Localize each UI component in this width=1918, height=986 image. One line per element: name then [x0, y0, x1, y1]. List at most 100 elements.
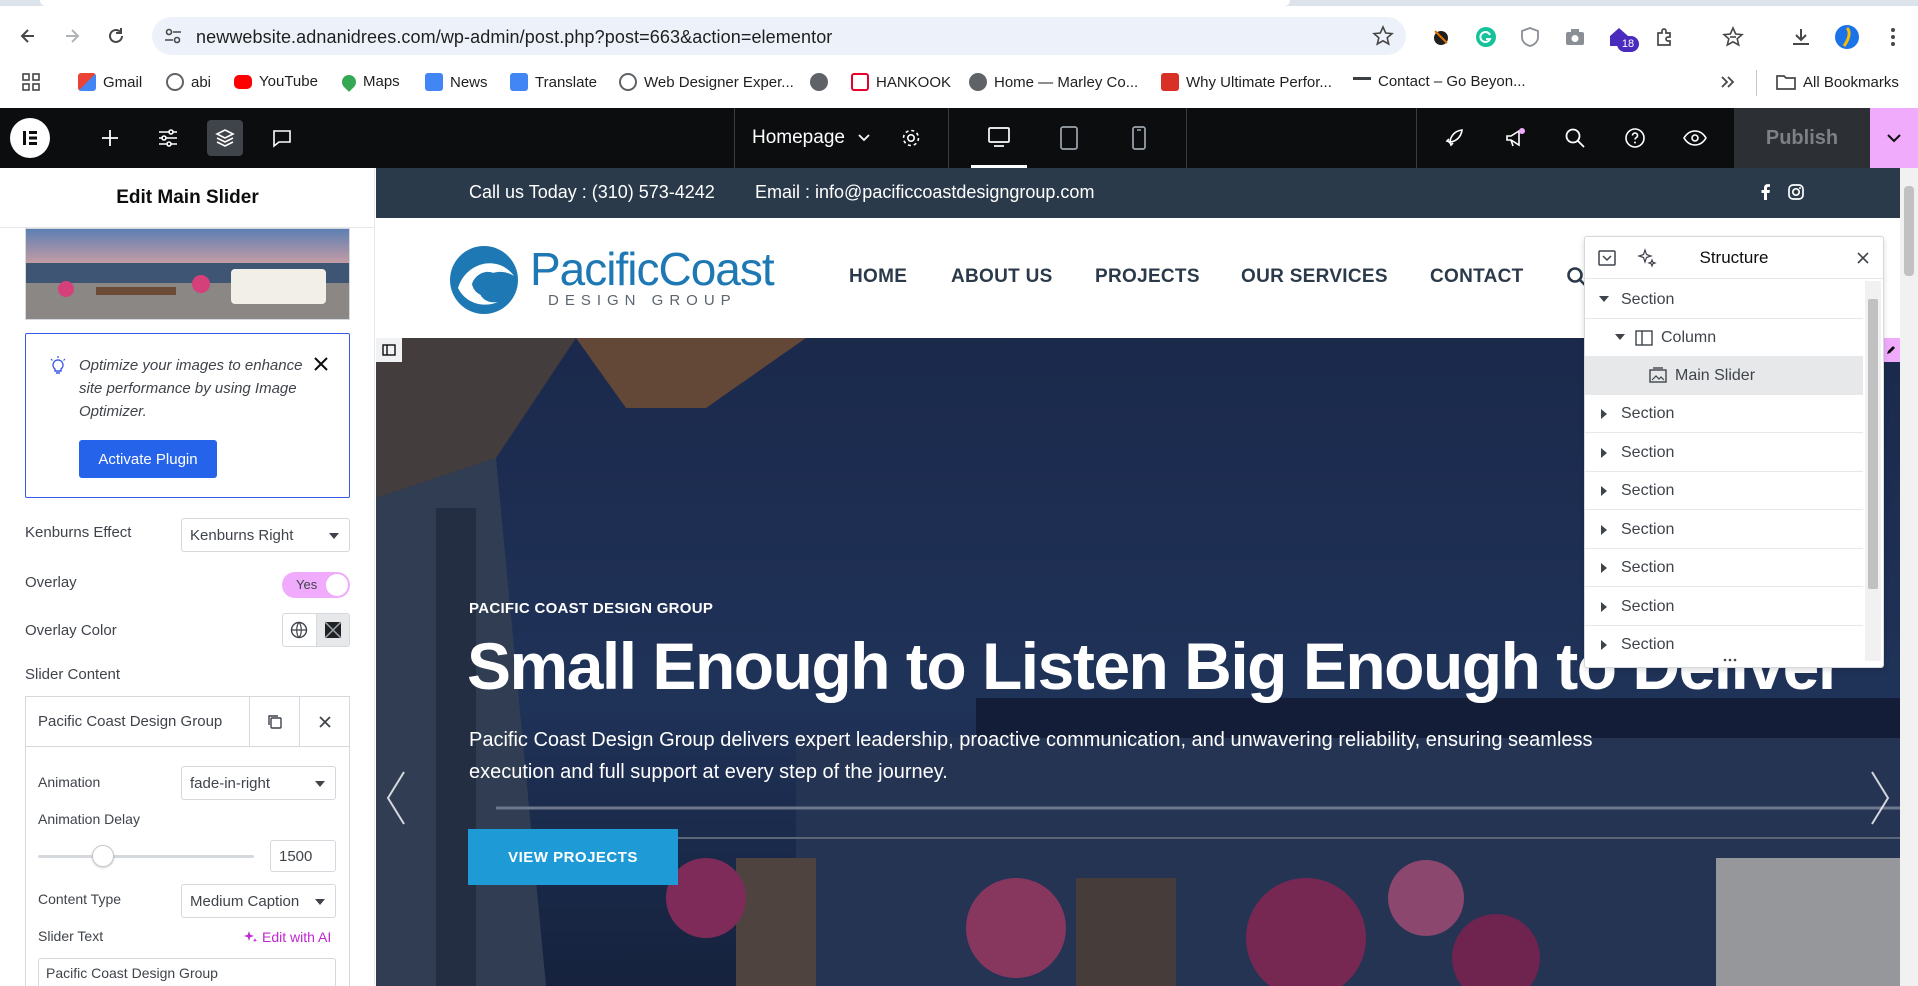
- color-picker-swatch[interactable]: [315, 614, 349, 646]
- help-icon[interactable]: [1617, 120, 1653, 156]
- all-bookmarks[interactable]: All Bookmarks: [1776, 73, 1899, 91]
- bookmark-ultimate[interactable]: Why Ultimate Perfor...: [1161, 73, 1332, 91]
- caret-right-icon[interactable]: [1601, 409, 1607, 419]
- site-settings-icon[interactable]: [150, 120, 186, 156]
- facebook-icon[interactable]: [1756, 182, 1776, 202]
- structure-row-column[interactable]: Column: [1585, 319, 1863, 357]
- caret-right-icon[interactable]: [1601, 563, 1607, 573]
- caret-down-icon[interactable]: [1615, 334, 1625, 340]
- search-icon[interactable]: [1557, 120, 1593, 156]
- page-settings-gear-icon[interactable]: [893, 120, 929, 156]
- structure-row-section[interactable]: Section: [1585, 549, 1863, 587]
- caret-right-icon[interactable]: [1601, 448, 1607, 458]
- edit-with-ai-link[interactable]: Edit with AI: [244, 929, 331, 945]
- desktop-view-icon[interactable]: [971, 108, 1027, 168]
- activate-plugin-button[interactable]: Activate Plugin: [79, 440, 217, 478]
- structure-row-section[interactable]: Section: [1585, 281, 1863, 319]
- nav-about-us[interactable]: ABOUT US: [951, 266, 1053, 288]
- bookmark-news[interactable]: News: [425, 73, 488, 91]
- bookmark-star-icon[interactable]: [1372, 25, 1394, 47]
- add-element-icon[interactable]: [92, 120, 128, 156]
- structure-row-section[interactable]: Section: [1585, 511, 1863, 549]
- structure-row-section[interactable]: Section: [1585, 472, 1863, 510]
- shield-icon[interactable]: [1517, 24, 1543, 50]
- url-text[interactable]: newwebsite.adnanidrees.com/wp-admin/post…: [196, 27, 832, 48]
- reload-icon[interactable]: [100, 20, 132, 52]
- apps-grid-icon[interactable]: [22, 73, 40, 91]
- structure-layers-icon[interactable]: [207, 120, 243, 156]
- reading-list-icon[interactable]: [1720, 24, 1746, 50]
- global-colors-icon[interactable]: [283, 614, 316, 646]
- site-phone[interactable]: Call us Today : (310) 573-4242: [469, 182, 715, 203]
- structure-row-section[interactable]: Section: [1585, 395, 1863, 433]
- preview-eye-icon[interactable]: [1677, 120, 1713, 156]
- download-icon[interactable]: [1788, 24, 1814, 50]
- repeater-item-header[interactable]: Pacific Coast Design Group: [26, 697, 349, 747]
- instagram-icon[interactable]: [1786, 182, 1806, 202]
- bookmark-marley[interactable]: Home — Marley Co...: [969, 73, 1138, 91]
- nav-contact[interactable]: CONTACT: [1430, 266, 1524, 288]
- view-projects-button[interactable]: VIEW PROJECTS: [468, 829, 678, 885]
- remove-item-icon[interactable]: [299, 697, 349, 747]
- structure-scrollbar[interactable]: [1865, 281, 1881, 661]
- whats-new-megaphone-icon[interactable]: [1497, 120, 1533, 156]
- close-icon[interactable]: [311, 354, 331, 374]
- caret-right-icon[interactable]: [1601, 486, 1607, 496]
- bookmark-hankook[interactable]: HANKOOK: [851, 73, 951, 91]
- bookmark-translate[interactable]: Translate: [510, 73, 597, 91]
- page-scrollbar[interactable]: [1900, 168, 1918, 986]
- structure-row-section[interactable]: Section: [1585, 434, 1863, 472]
- extensions-puzzle-icon[interactable]: [1652, 24, 1678, 50]
- bookmark-abi[interactable]: abi: [166, 73, 211, 91]
- content-type-select[interactable]: Medium Caption: [181, 884, 336, 918]
- site-email[interactable]: Email : info@pacificcoastdesigngroup.com: [755, 182, 1094, 203]
- page-scrollbar-thumb[interactable]: [1904, 186, 1914, 276]
- browser-menu-icon[interactable]: [1880, 24, 1906, 50]
- slider-next-arrow-icon[interactable]: [1868, 768, 1892, 828]
- bookmark-youtube[interactable]: YouTube: [234, 73, 318, 90]
- camera-icon[interactable]: [1562, 24, 1588, 50]
- slide-image-thumbnail[interactable]: [25, 228, 350, 320]
- extension-icon[interactable]: [1428, 24, 1454, 50]
- profile-avatar[interactable]: [1834, 24, 1860, 50]
- resize-dots-icon[interactable]: [1723, 657, 1737, 663]
- animation-delay-slider-track[interactable]: [38, 855, 254, 858]
- bookmark-gmail[interactable]: Gmail: [78, 73, 142, 91]
- elementor-logo[interactable]: [10, 118, 50, 158]
- grammarly-icon[interactable]: [1473, 24, 1499, 50]
- more-bookmarks-icon[interactable]: [1718, 73, 1736, 91]
- animation-select[interactable]: fade-in-right: [181, 766, 336, 800]
- duplicate-icon[interactable]: [249, 697, 299, 747]
- notes-comment-icon[interactable]: [264, 120, 300, 156]
- nav-our-services[interactable]: OUR SERVICES: [1241, 266, 1388, 288]
- site-info-icon[interactable]: [164, 27, 182, 45]
- rocket-icon[interactable]: [1437, 120, 1473, 156]
- structure-row-main-slider[interactable]: Main Slider: [1585, 357, 1863, 395]
- back-icon[interactable]: [12, 20, 44, 52]
- animation-delay-slider-handle[interactable]: [91, 845, 114, 867]
- section-edit-handle[interactable]: [376, 338, 402, 362]
- active-tab[interactable]: [40, 0, 1290, 6]
- close-icon[interactable]: [1855, 250, 1871, 266]
- nav-home[interactable]: HOME: [849, 266, 907, 288]
- kenburns-select[interactable]: Kenburns Right: [181, 518, 350, 552]
- caret-right-icon[interactable]: [1601, 525, 1607, 535]
- structure-scrollbar-thumb[interactable]: [1868, 299, 1878, 589]
- structure-header[interactable]: Structure: [1585, 237, 1883, 279]
- bookmark-unnamed[interactable]: [810, 73, 828, 91]
- caret-right-icon[interactable]: [1601, 640, 1607, 650]
- structure-row-section[interactable]: Section: [1585, 588, 1863, 626]
- publish-button[interactable]: Publish: [1734, 108, 1870, 168]
- address-bar[interactable]: newwebsite.adnanidrees.com/wp-admin/post…: [152, 17, 1406, 55]
- tablet-view-icon[interactable]: [1041, 108, 1097, 168]
- bookmark-maps[interactable]: Maps: [339, 71, 400, 92]
- widget-edit-handle[interactable]: [1882, 338, 1900, 362]
- page-selector[interactable]: Homepage: [752, 108, 871, 168]
- mobile-view-icon[interactable]: [1111, 108, 1167, 168]
- bookmark-web-designer[interactable]: Web Designer Exper...: [619, 73, 794, 91]
- nav-projects[interactable]: PROJECTS: [1095, 266, 1200, 288]
- caret-down-icon[interactable]: [1599, 296, 1609, 302]
- site-logo[interactable]: PacificCoast DESIGN GROUP: [448, 240, 775, 320]
- forward-icon[interactable]: [56, 20, 88, 52]
- slider-prev-arrow-icon[interactable]: [384, 768, 408, 828]
